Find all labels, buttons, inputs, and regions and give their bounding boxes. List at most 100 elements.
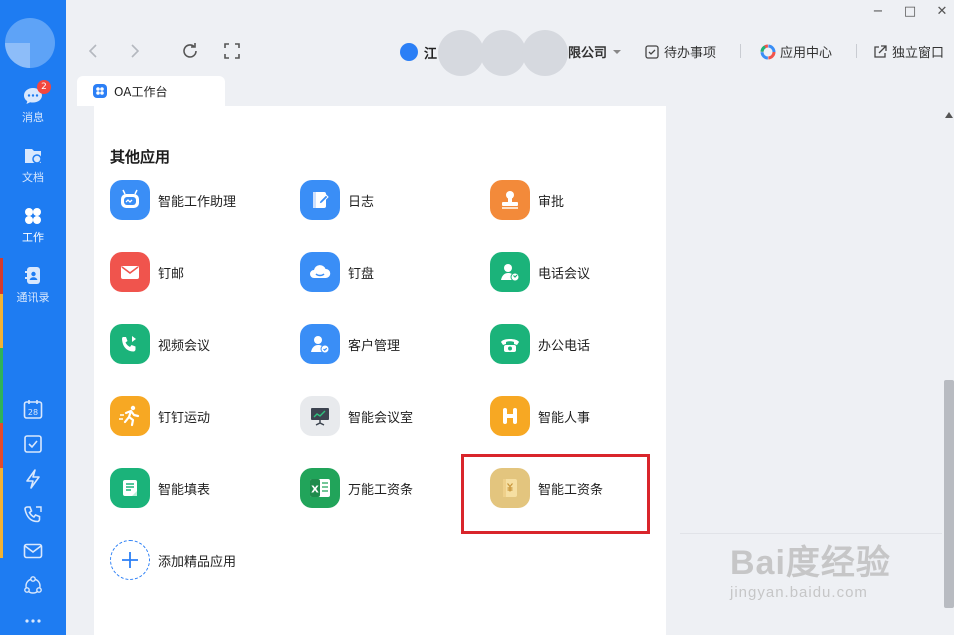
organization-name-start: 江 xyxy=(424,46,438,62)
redaction-blur xyxy=(480,30,526,76)
top-toolbar: − □ ✕ 江 限公司 待办事项 应用中心 独立窗口 xyxy=(66,0,954,76)
refresh-icon[interactable] xyxy=(179,40,201,62)
baidu-jingyan-watermark: Bai度经验 jingyan.baidu.com xyxy=(730,535,891,601)
external-window-icon xyxy=(874,44,887,58)
maximize-button[interactable]: □ xyxy=(902,4,918,20)
todo-button[interactable]: 待办事项 xyxy=(644,42,716,61)
app-label: 钉钉运动 xyxy=(158,410,211,426)
unread-badge: 2 xyxy=(37,80,51,94)
add-app-button[interactable]: 添加精品应用 xyxy=(110,540,236,580)
app-center-button[interactable]: 应用中心 xyxy=(760,42,832,61)
desk-phone-icon xyxy=(490,324,530,364)
toolbar-divider xyxy=(856,44,857,58)
todo-check-icon[interactable] xyxy=(22,433,44,455)
organization-switcher[interactable]: 江 xyxy=(400,42,437,62)
hr-h-icon xyxy=(490,396,530,436)
divider xyxy=(680,533,942,534)
app-label: 视频会议 xyxy=(158,338,211,354)
customer-icon xyxy=(300,324,340,364)
sidebar-item-messages[interactable]: 2 消息 xyxy=(0,80,66,125)
app-label: 智能工作助理 xyxy=(158,194,237,210)
app-office-phone[interactable]: 办公电话 xyxy=(490,324,590,364)
workbench-grid-icon xyxy=(93,84,107,98)
organization-logo-icon xyxy=(400,43,418,61)
robot-assistant-icon xyxy=(110,180,150,220)
sidebar-item-label: 消息 xyxy=(22,111,44,124)
app-label: 日志 xyxy=(348,194,375,210)
close-button[interactable]: ✕ xyxy=(934,4,950,20)
more-icon[interactable] xyxy=(22,610,44,632)
phone-icon[interactable] xyxy=(22,504,44,526)
sidebar-item-contacts[interactable]: 通讯录 xyxy=(0,266,66,305)
organization-name-end-text: 限公司 xyxy=(568,46,608,61)
app-smart-meeting-room[interactable]: 智能会议室 xyxy=(300,396,413,436)
scroll-up-arrow-icon[interactable] xyxy=(945,112,953,118)
back-arrow-icon[interactable] xyxy=(82,40,104,62)
calendar-day-text: 28 xyxy=(28,408,38,417)
tab-oa-workbench[interactable]: OA工作台 xyxy=(77,76,225,106)
scrollbar-thumb[interactable] xyxy=(944,380,954,608)
section-title: 其他应用 xyxy=(110,148,171,166)
app-label: 钉盘 xyxy=(348,266,375,282)
watermark-sub-text: jingyan.baidu.com xyxy=(730,584,868,601)
sidebar-item-label: 工作 xyxy=(22,231,44,244)
desktop-edge-strip xyxy=(0,258,3,558)
redaction-blur xyxy=(438,30,484,76)
app-label: 审批 xyxy=(538,194,565,210)
app-label: 智能会议室 xyxy=(348,410,414,426)
presentation-board-icon xyxy=(300,396,340,436)
app-center-label: 应用中心 xyxy=(780,46,833,61)
chevron-down-icon xyxy=(613,49,622,54)
work-grid-icon xyxy=(25,208,41,224)
app-smart-assistant[interactable]: 智能工作助理 xyxy=(110,180,236,220)
app-universal-payslip[interactable]: X 万能工资条 xyxy=(300,468,413,508)
app-smart-hr[interactable]: 智能人事 xyxy=(490,396,590,436)
svg-text:X: X xyxy=(311,485,319,496)
app-ding-mail[interactable]: 钉邮 xyxy=(110,252,184,292)
forward-arrow-icon[interactable] xyxy=(124,40,146,62)
fullscreen-icon[interactable] xyxy=(221,40,243,62)
watermark-main-text: Bai度经验 xyxy=(730,544,891,582)
calendar-icon[interactable]: 28 xyxy=(22,398,44,420)
document-icon xyxy=(25,149,42,164)
cloud-drive-icon xyxy=(300,252,340,292)
flash-icon[interactable] xyxy=(22,468,44,490)
excel-icon: X xyxy=(300,468,340,508)
toolbar-divider xyxy=(740,44,741,58)
standalone-window-label: 独立窗口 xyxy=(892,46,945,61)
redaction-blur xyxy=(522,30,568,76)
tab-label: OA工作台 xyxy=(114,84,168,99)
contacts-icon xyxy=(25,267,40,284)
main-panel: 其他应用 智能工作助理 日志 审批 钉邮 钉盘 电话会议 视频会议 客户管理 办… xyxy=(94,106,666,635)
app-phone-conference[interactable]: 电话会议 xyxy=(490,252,590,292)
highlight-annotation-box xyxy=(461,454,650,534)
organization-name-end[interactable]: 限公司 xyxy=(568,42,627,61)
app-approval[interactable]: 审批 xyxy=(490,180,564,220)
app-log[interactable]: 日志 xyxy=(300,180,374,220)
app-ding-sport[interactable]: 钉钉运动 xyxy=(110,396,210,436)
minimize-button[interactable]: − xyxy=(870,4,886,20)
app-smart-form[interactable]: 智能填表 xyxy=(110,468,210,508)
plus-icon xyxy=(110,540,150,580)
left-sidebar: 2 消息 文档 工作 通讯录 28 xyxy=(0,0,66,635)
sidebar-item-work[interactable]: 工作 xyxy=(0,206,66,245)
form-icon xyxy=(110,468,150,508)
app-label: 电话会议 xyxy=(538,266,591,282)
app-customer-management[interactable]: 客户管理 xyxy=(300,324,400,364)
app-ding-drive[interactable]: 钉盘 xyxy=(300,252,374,292)
video-call-icon xyxy=(110,324,150,364)
app-label: 智能人事 xyxy=(538,410,591,426)
app-video-conference[interactable]: 视频会议 xyxy=(110,324,210,364)
mail-icon[interactable] xyxy=(22,540,44,562)
sidebar-item-label: 文档 xyxy=(22,171,44,184)
standalone-window-button[interactable]: 独立窗口 xyxy=(872,42,944,61)
team-icon[interactable] xyxy=(22,575,44,597)
avatar[interactable] xyxy=(5,18,55,68)
app-label: 万能工资条 xyxy=(348,482,414,498)
todo-label: 待办事项 xyxy=(664,46,717,61)
app-label: 办公电话 xyxy=(538,338,591,354)
log-edit-icon xyxy=(300,180,340,220)
sidebar-item-docs[interactable]: 文档 xyxy=(0,146,66,185)
app-label: 钉邮 xyxy=(158,266,185,282)
app-label: 智能填表 xyxy=(158,482,211,498)
